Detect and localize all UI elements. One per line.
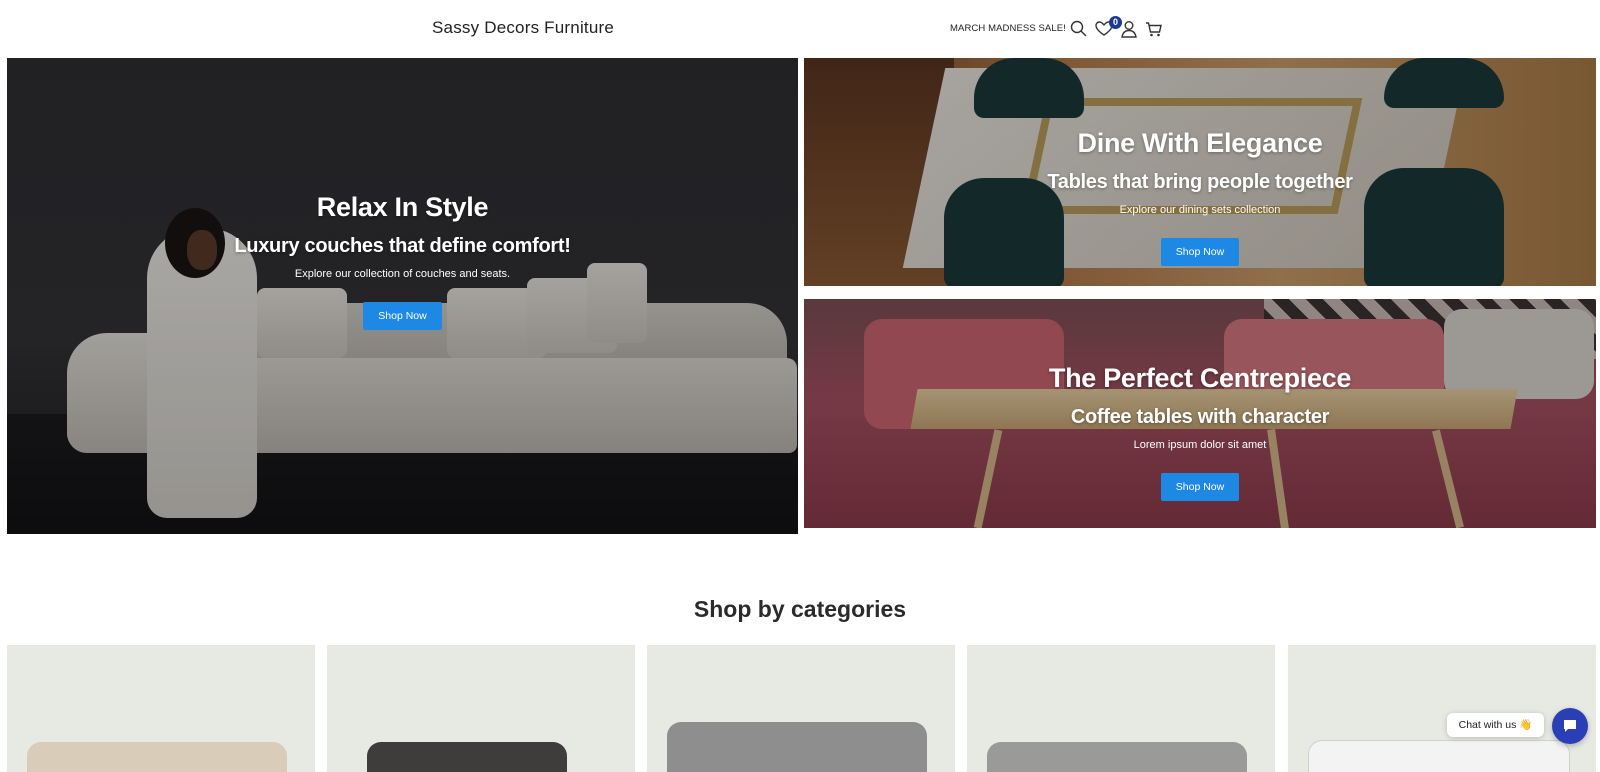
category-card[interactable] — [327, 645, 635, 772]
promo-link[interactable]: MARCH MADNESS SALE! — [950, 23, 1066, 34]
category-card[interactable] — [7, 645, 315, 772]
coffee-description: Lorem ipsum dolor sit amet — [1133, 439, 1267, 451]
category-image — [667, 722, 927, 772]
coffee-title: The Perfect Centrepiece — [1048, 363, 1352, 393]
category-image — [367, 742, 567, 772]
coffee-subtitle: Coffee tables with character — [1070, 406, 1330, 428]
shop-now-button-dining[interactable]: Shop Now — [1160, 238, 1240, 266]
category-card[interactable] — [647, 645, 955, 772]
site-header: Sassy Decors Furniture MARCH MADNESS SAL… — [0, 0, 1600, 57]
hero-title: Relax In Style — [316, 192, 489, 222]
banner-dining: Dine With Elegance Tables that bring peo… — [804, 58, 1596, 286]
cart-icon[interactable] — [1144, 19, 1164, 39]
dining-title: Dine With Elegance — [1077, 128, 1323, 158]
user-icon[interactable] — [1119, 19, 1139, 39]
hero-subtitle: Luxury couches that define comfort! — [234, 235, 571, 257]
coffee-content: The Perfect Centrepiece Coffee tables wi… — [804, 363, 1596, 501]
category-card[interactable] — [1288, 645, 1596, 772]
dining-content: Dine With Elegance Tables that bring peo… — [804, 128, 1596, 266]
category-image — [987, 742, 1247, 772]
banner-coffee-tables: The Perfect Centrepiece Coffee tables wi… — [804, 299, 1596, 528]
chat-icon — [1564, 720, 1576, 732]
shop-now-button-couches[interactable]: Shop Now — [363, 302, 442, 330]
hero-description: Explore our collection of couches and se… — [294, 268, 511, 280]
hero-content: Relax In Style Luxury couches that defin… — [7, 192, 798, 330]
categories-heading: Shop by categories — [693, 596, 907, 622]
category-image — [27, 742, 287, 772]
shop-now-button-coffee[interactable]: Shop Now — [1160, 473, 1240, 501]
chat-prompt[interactable]: Chat with us 👋 — [1447, 713, 1544, 737]
dining-subtitle: Tables that bring people together — [1047, 171, 1353, 193]
hero-banner-couches: Relax In Style Luxury couches that defin… — [7, 58, 798, 534]
chat-button[interactable] — [1552, 708, 1588, 744]
category-card[interactable] — [967, 645, 1275, 772]
brand-logo[interactable]: Sassy Decors Furniture — [432, 18, 614, 38]
search-icon[interactable] — [1069, 19, 1089, 39]
category-image — [1308, 740, 1570, 772]
dining-description: Explore our dining sets collection — [1119, 204, 1281, 216]
